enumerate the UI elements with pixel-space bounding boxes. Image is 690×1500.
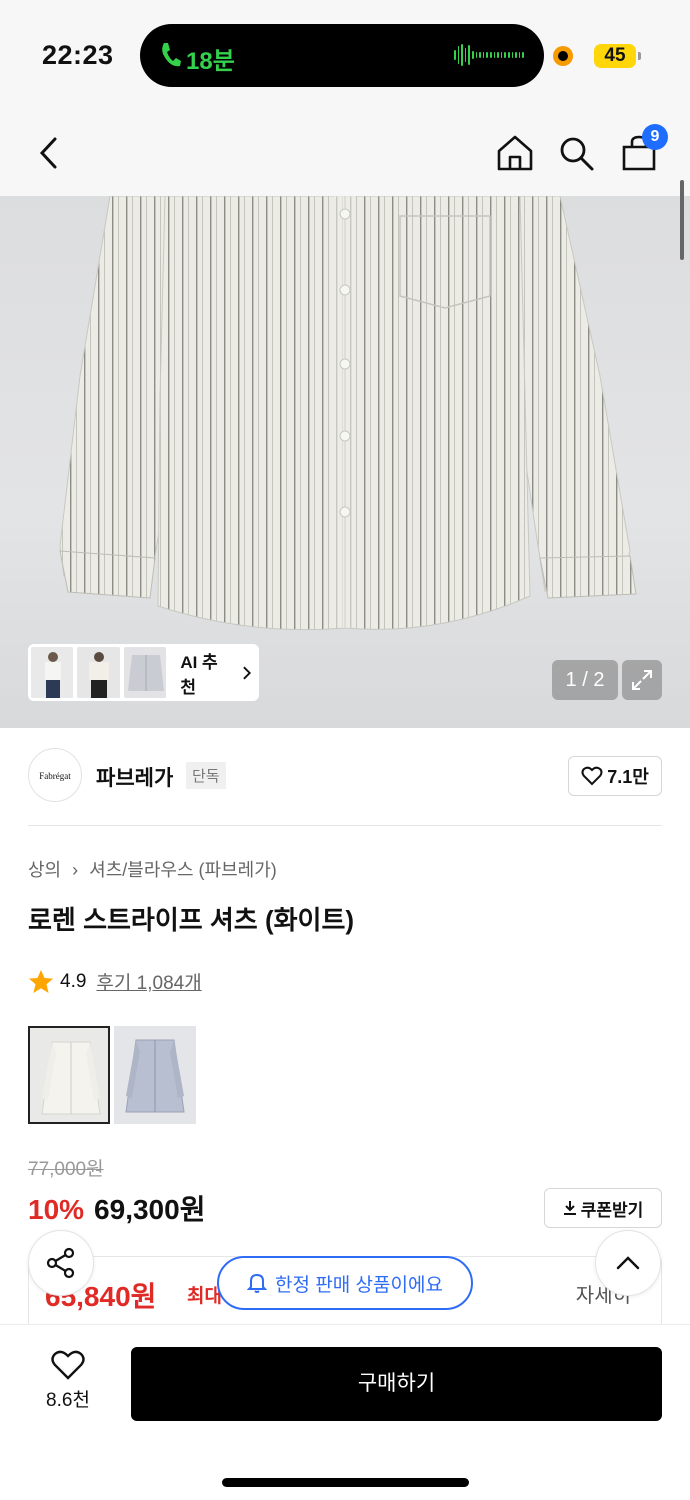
review-link[interactable]: 후기 1,084개 bbox=[96, 968, 201, 995]
product-title: 로렌 스트라이프 셔츠 (화이트) bbox=[28, 905, 355, 935]
battery-indicator: 45 bbox=[594, 44, 641, 68]
home-icon bbox=[497, 135, 533, 171]
bell-icon bbox=[247, 1273, 268, 1293]
cart-button[interactable]: 9 bbox=[616, 124, 668, 176]
brand-logo[interactable]: Fabrégat bbox=[28, 748, 82, 802]
scrollbar[interactable] bbox=[680, 180, 684, 260]
back-button[interactable] bbox=[26, 130, 72, 176]
limited-sale-text: 한정 판매 상품이에요 bbox=[275, 1274, 443, 1296]
color-swatch-blue[interactable] bbox=[114, 1026, 196, 1124]
chevron-up-icon bbox=[616, 1256, 640, 1270]
search-icon bbox=[560, 137, 594, 171]
original-price: 77,000원 bbox=[28, 1159, 104, 1180]
brand-like-count: 7.1만 bbox=[607, 767, 649, 787]
sale-price: 69,300원 bbox=[94, 1194, 206, 1225]
audio-wave-icon bbox=[454, 44, 524, 66]
share-button[interactable] bbox=[28, 1230, 94, 1296]
breadcrumb: 상의 › 셔츠/블라우스 (파브레가) bbox=[28, 856, 283, 882]
rating-score: 4.9 bbox=[60, 970, 87, 992]
breadcrumb-separator-icon: › bbox=[72, 860, 79, 880]
scroll-top-button[interactable] bbox=[595, 1230, 661, 1296]
bottom-purchase-bar: 8.6천 구매하기 bbox=[0, 1324, 690, 1500]
ai-recommendation-label: AI 추천 bbox=[180, 652, 218, 697]
breadcrumb-subcategory[interactable]: 셔츠/블라우스 (파브레가) bbox=[89, 860, 277, 880]
image-pager: 1 / 2 bbox=[552, 660, 618, 700]
brand-name[interactable]: 파브레가 bbox=[96, 762, 173, 792]
share-icon bbox=[46, 1247, 75, 1279]
phone-icon bbox=[162, 43, 181, 67]
coupon-label: 쿠폰받기 bbox=[580, 1200, 644, 1220]
expand-image-button[interactable] bbox=[622, 660, 662, 700]
ai-thumb-1[interactable] bbox=[31, 647, 74, 698]
status-time: 22:23 bbox=[42, 40, 114, 70]
star-icon bbox=[29, 970, 53, 993]
buy-button[interactable]: 구매하기 bbox=[131, 1347, 662, 1421]
chevron-left-icon bbox=[39, 137, 57, 169]
search-button[interactable] bbox=[553, 130, 599, 176]
product-like-count: 8.6천 bbox=[46, 1390, 90, 1411]
home-indicator[interactable] bbox=[222, 1478, 469, 1487]
download-icon bbox=[563, 1201, 576, 1215]
dynamic-island[interactable]: 18분 bbox=[140, 24, 544, 87]
status-bar: 22:23 18분 45 bbox=[0, 0, 690, 110]
call-duration: 18분 bbox=[186, 48, 235, 75]
exclusive-badge: 단독 bbox=[186, 762, 226, 789]
brand-row: Fabrégat 파브레가 단독 7.1만 bbox=[28, 748, 662, 826]
brand-like-button[interactable]: 7.1만 bbox=[568, 756, 662, 796]
expand-icon bbox=[632, 670, 652, 690]
ai-thumb-2[interactable] bbox=[77, 647, 120, 698]
coupon-button[interactable]: 쿠폰받기 bbox=[544, 1188, 662, 1228]
breadcrumb-category[interactable]: 상의 bbox=[28, 860, 61, 880]
top-nav-bar: 9 bbox=[0, 110, 690, 196]
home-button[interactable] bbox=[492, 130, 538, 176]
heart-icon bbox=[581, 766, 603, 786]
product-image-carousel[interactable]: AI 추천 1 / 2 bbox=[0, 196, 690, 728]
ai-recommendation-chip[interactable]: AI 추천 bbox=[28, 644, 259, 701]
product-like-button[interactable]: 8.6천 bbox=[28, 1349, 108, 1419]
price-row: 10% 69,300원 bbox=[28, 1188, 205, 1228]
ai-thumb-3[interactable] bbox=[123, 647, 167, 698]
cart-count-badge: 9 bbox=[642, 124, 668, 150]
color-swatch-white[interactable] bbox=[28, 1026, 110, 1124]
rating-row: 4.9 후기 1,084개 bbox=[28, 968, 202, 995]
heart-icon bbox=[51, 1350, 85, 1380]
discount-rate: 10% bbox=[28, 1194, 85, 1225]
recording-indicator-icon bbox=[553, 46, 573, 66]
limited-sale-toast[interactable]: 한정 판매 상품이에요 bbox=[217, 1256, 473, 1310]
chevron-right-icon bbox=[243, 666, 252, 679]
